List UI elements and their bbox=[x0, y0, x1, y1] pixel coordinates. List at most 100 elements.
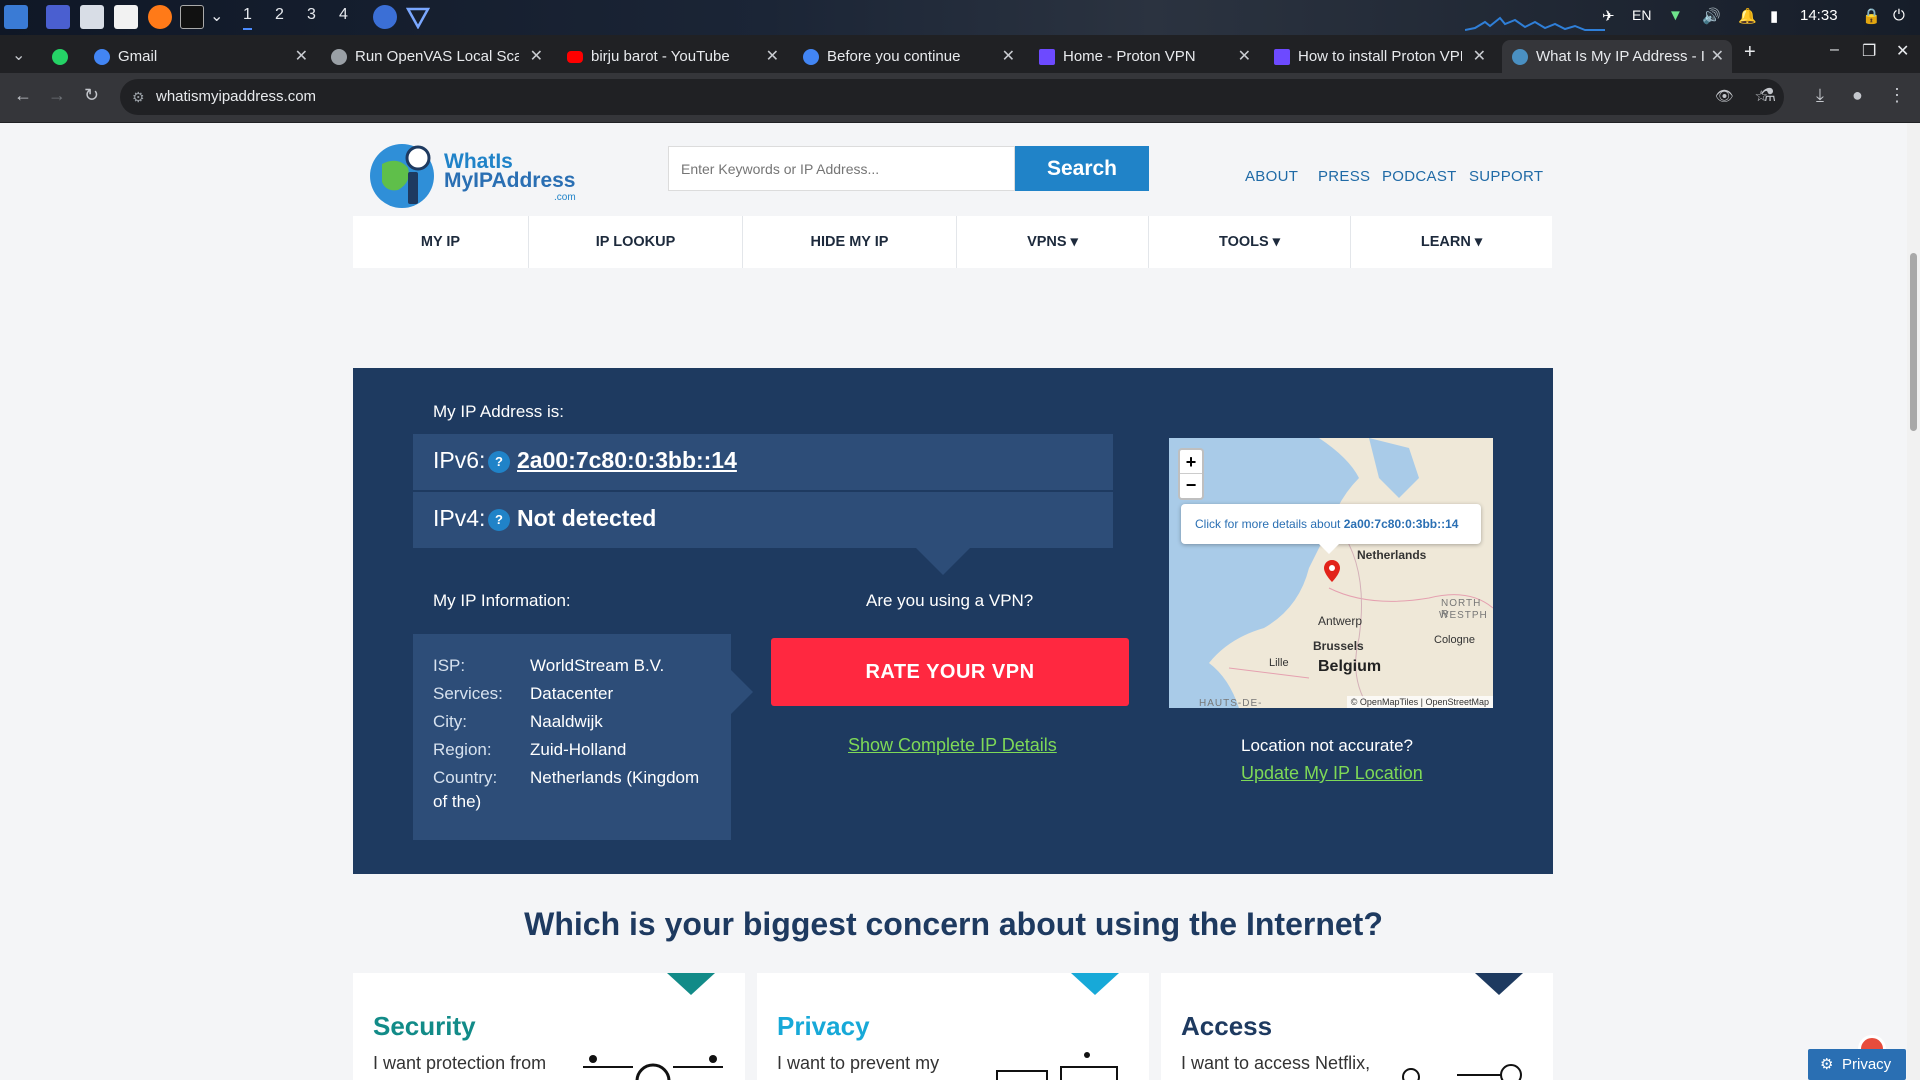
location-map[interactable]: + − Click for more details about 2a00:7c… bbox=[1169, 438, 1493, 708]
search-input[interactable] bbox=[668, 146, 1015, 191]
podcast-link[interactable]: PODCAST bbox=[1382, 168, 1457, 185]
workspace-2[interactable]: 2 bbox=[275, 6, 284, 24]
workspace-1[interactable]: 1 bbox=[243, 6, 252, 30]
zoom-out-button[interactable]: − bbox=[1180, 474, 1202, 498]
card-marker bbox=[1071, 973, 1119, 995]
chrome-icon[interactable] bbox=[373, 5, 397, 29]
location-pin-icon[interactable] bbox=[1324, 560, 1340, 582]
app-menu-icon[interactable] bbox=[4, 5, 28, 29]
isp-key: ISP: bbox=[433, 656, 466, 675]
press-link[interactable]: PRESS bbox=[1318, 168, 1370, 185]
card-access[interactable]: Access I want to access Netflix, bbox=[1161, 973, 1553, 1080]
power-icon[interactable]: ⏻ bbox=[1893, 7, 1905, 24]
card-title: Privacy bbox=[777, 1011, 870, 1041]
text-editor-icon[interactable] bbox=[114, 5, 138, 29]
eye-slash-icon[interactable]: 👁 bbox=[1715, 79, 1734, 115]
update-location-link[interactable]: Update My IP Location bbox=[1241, 763, 1423, 784]
notification-bell-icon[interactable]: 🔔 bbox=[1738, 7, 1757, 25]
protonvpn-icon[interactable] bbox=[405, 5, 431, 30]
tab-title: birju barot - YouTube bbox=[591, 48, 730, 65]
ipv4-label: IPv4: bbox=[433, 505, 486, 531]
tab-youtube[interactable]: birju barot - YouTube ✕ bbox=[567, 40, 781, 73]
maximize-icon[interactable]: ❐ bbox=[1862, 41, 1876, 61]
tab-before-you-continue[interactable]: Before you continue ✕ bbox=[803, 40, 1017, 73]
close-icon[interactable]: ✕ bbox=[1002, 40, 1015, 73]
nav-hide-my-ip[interactable]: HIDE MY IP bbox=[743, 216, 957, 268]
card-security[interactable]: Security I want protection from bbox=[353, 973, 745, 1080]
nav-learn[interactable]: LEARN ▾ bbox=[1351, 216, 1552, 268]
battery-icon[interactable]: ▮ bbox=[1770, 7, 1778, 25]
search-button[interactable]: Search bbox=[1015, 146, 1149, 191]
privacy-settings-button[interactable]: ⚙ Privacy bbox=[1808, 1049, 1906, 1080]
site-info-icon[interactable]: ⚙ bbox=[132, 79, 145, 115]
back-arrow-icon[interactable]: ← bbox=[14, 85, 32, 106]
ip-info-box: ISP: WorldStream B.V. Services: Datacent… bbox=[413, 634, 753, 840]
keyboard-language[interactable]: EN bbox=[1632, 7, 1651, 23]
gear-icon: ⚙ bbox=[1820, 1056, 1834, 1073]
map-attribution[interactable]: © OpenMapTiles | OpenStreetMap bbox=[1346, 696, 1493, 708]
tab-whatismyip[interactable]: What Is My IP Address - IP ✕ bbox=[1502, 40, 1732, 73]
address-bar[interactable]: ⚙ whatismyipaddress.com 👁 ☆ bbox=[120, 79, 1784, 115]
tab-openvas[interactable]: Run OpenVAS Local Scan ✕ bbox=[331, 40, 545, 73]
close-icon[interactable]: ✕ bbox=[1711, 40, 1724, 73]
scrollbar-thumb[interactable] bbox=[1910, 253, 1917, 431]
ipv6-label: IPv6: bbox=[433, 447, 486, 473]
nav-tools[interactable]: TOOLS ▾ bbox=[1149, 216, 1351, 268]
wifi-icon[interactable]: ✈ bbox=[1602, 7, 1615, 25]
ipv4-help-icon[interactable]: ? bbox=[488, 509, 510, 531]
window-close-icon[interactable]: ✕ bbox=[1896, 41, 1909, 61]
show-ip-details-link[interactable]: Show Complete IP Details bbox=[848, 735, 1057, 756]
volume-icon[interactable]: 🔊 bbox=[1702, 7, 1721, 25]
reload-icon[interactable]: ↻ bbox=[84, 85, 99, 106]
menu-kebab-icon[interactable]: ⋮ bbox=[1888, 85, 1906, 106]
file-manager-icon[interactable] bbox=[80, 5, 104, 29]
download-icon[interactable]: ⤓ bbox=[1816, 85, 1824, 106]
profile-icon[interactable]: ● bbox=[1852, 85, 1863, 106]
close-icon[interactable]: ✕ bbox=[766, 40, 779, 73]
map-popup[interactable]: Click for more details about 2a00:7c80:0… bbox=[1181, 504, 1481, 544]
country-value-cont: of the) bbox=[433, 792, 482, 811]
workspace-3[interactable]: 3 bbox=[307, 6, 316, 24]
close-icon[interactable]: ✕ bbox=[530, 40, 543, 73]
ip-info-heading: My IP Information: bbox=[433, 591, 571, 610]
tab-proton-home[interactable]: Home - Proton VPN ✕ bbox=[1039, 40, 1253, 73]
concern-heading: Which is your biggest concern about usin… bbox=[524, 906, 1383, 942]
about-link[interactable]: ABOUT bbox=[1245, 168, 1298, 185]
rate-your-vpn-button[interactable]: RATE YOUR VPN bbox=[771, 638, 1129, 706]
city-value: Naaldwijk bbox=[530, 712, 603, 731]
ipv4-value: Not detected bbox=[517, 505, 657, 531]
zoom-in-button[interactable]: + bbox=[1180, 450, 1202, 474]
tab-search-chevron-icon[interactable]: ⌄ bbox=[12, 45, 25, 65]
privacy-label: Privacy bbox=[1842, 1056, 1892, 1073]
tab-title: How to install Proton VPN bbox=[1298, 48, 1462, 65]
support-link[interactable]: SUPPORT bbox=[1469, 168, 1543, 185]
tab-whatsapp[interactable] bbox=[52, 40, 76, 73]
close-icon[interactable]: ✕ bbox=[1238, 40, 1251, 73]
nav-ip-lookup[interactable]: IP LOOKUP bbox=[529, 216, 743, 268]
new-tab-plus-icon[interactable]: + bbox=[1744, 41, 1756, 64]
tab-proton-install[interactable]: How to install Proton VPN ✕ bbox=[1274, 40, 1488, 73]
forward-arrow-icon[interactable]: → bbox=[48, 85, 66, 106]
ipv6-value[interactable]: 2a00:7c80:0:3bb::14 bbox=[517, 447, 737, 474]
firefox-icon[interactable] bbox=[148, 5, 172, 29]
ipv6-help-icon[interactable]: ? bbox=[488, 451, 510, 473]
labs-flask-icon[interactable]: ⚗ bbox=[1760, 85, 1776, 106]
desktop-icon[interactable] bbox=[46, 5, 70, 29]
vpn-tray-icon[interactable]: ▼ bbox=[1668, 7, 1683, 24]
close-icon[interactable]: ✕ bbox=[1473, 40, 1486, 73]
google-icon bbox=[803, 49, 819, 65]
key-illustration-icon bbox=[1402, 1064, 1522, 1080]
chevron-down-icon[interactable]: ⌄ bbox=[210, 6, 223, 26]
nav-my-ip[interactable]: MY IP bbox=[353, 216, 529, 268]
ipv4-row: IPv4: ? Not detected bbox=[413, 492, 1113, 548]
workspace-4[interactable]: 4 bbox=[339, 6, 348, 24]
card-privacy[interactable]: Privacy I want to prevent my bbox=[757, 973, 1149, 1080]
tab-gmail[interactable]: Gmail ✕ bbox=[94, 40, 310, 73]
terminal-icon[interactable] bbox=[180, 5, 204, 29]
site-logo[interactable]: WhatIs MyIPAddress .com bbox=[368, 138, 578, 210]
lock-icon[interactable]: 🔒 bbox=[1862, 7, 1881, 25]
close-icon[interactable]: ✕ bbox=[295, 40, 308, 73]
nav-vpns[interactable]: VPNS ▾ bbox=[957, 216, 1149, 268]
minimize-icon[interactable]: – bbox=[1830, 41, 1839, 59]
page-scrollbar[interactable] bbox=[1907, 123, 1920, 1080]
